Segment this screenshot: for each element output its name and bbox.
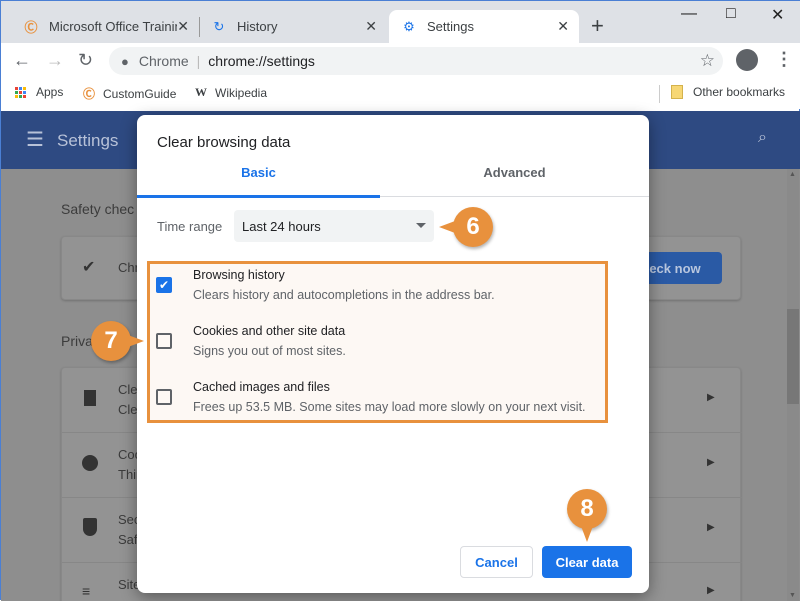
address-bar[interactable]: ● Chrome | chrome://settings ☆ — [109, 47, 723, 75]
option-subtitle: Signs you out of most sites. — [193, 344, 346, 358]
tab-selected-indicator — [137, 195, 380, 198]
tab-label: Settings — [427, 19, 474, 34]
search-icon[interactable]: ⌕ — [758, 129, 767, 147]
cached-images-option[interactable]: Cached images and files Frees up 53.5 MB… — [150, 376, 605, 428]
tab-separator — [199, 17, 200, 37]
tab-microsoft-office-training[interactable]: Ⓒ Microsoft Office Training ✕ — [11, 10, 199, 43]
browsing-history-checkbox[interactable]: ✔ — [156, 277, 172, 293]
apps-icon — [15, 86, 26, 98]
clear-data-button[interactable]: Clear data — [542, 546, 632, 578]
chevron-right-icon: ▶ — [707, 522, 715, 533]
scroll-down-icon[interactable]: ▼ — [789, 592, 796, 599]
bookmark-wikipedia[interactable]: W Wikipedia — [195, 85, 267, 100]
chrome-icon: ● — [121, 53, 129, 69]
option-title: Cached images and files — [193, 380, 330, 394]
tab-basic[interactable]: Basic — [137, 165, 380, 180]
callout-8: 8 — [567, 489, 607, 529]
callout-7: 7 — [91, 321, 131, 361]
callout-6: 6 — [453, 207, 493, 247]
minimize-button[interactable]: — — [681, 5, 697, 23]
shield-check-icon: ✔ — [82, 259, 96, 276]
cookies-option[interactable]: Cookies and other site data Signs you ou… — [150, 320, 605, 372]
safety-card-text: Chr — [118, 260, 139, 275]
scrollbar-thumb[interactable] — [787, 309, 799, 404]
scroll-up-icon[interactable]: ▲ — [789, 171, 796, 178]
option-title: Browsing history — [193, 268, 285, 282]
customguide-icon: Ⓒ — [83, 87, 96, 101]
sliders-icon: ≡ — [82, 583, 91, 599]
scrollbar[interactable]: ▲ ▼ — [787, 169, 799, 601]
option-subtitle: Clears history and autocompletions in th… — [193, 288, 495, 302]
profile-avatar[interactable] — [736, 49, 758, 71]
callout-8-pointer — [581, 526, 593, 542]
callout-7-pointer — [128, 335, 144, 347]
cancel-button[interactable]: Cancel — [460, 546, 533, 578]
close-tab-icon[interactable]: ✕ — [177, 18, 189, 35]
chevron-right-icon: ▶ — [707, 585, 715, 596]
bookmark-customguide[interactable]: Ⓒ CustomGuide — [83, 85, 176, 102]
customguide-icon: Ⓒ — [24, 20, 38, 35]
tab-settings[interactable]: ⚙ Settings ✕ — [389, 10, 579, 43]
bookmark-star-icon[interactable]: ☆ — [700, 51, 715, 71]
chevron-right-icon: ▶ — [707, 457, 715, 468]
other-bookmarks[interactable]: Other bookmarks — [671, 85, 785, 99]
trash-icon — [84, 390, 96, 406]
history-icon: ↻ — [213, 18, 225, 34]
forward-button[interactable]: → — [46, 50, 64, 71]
site-label: Chrome — [138, 53, 189, 69]
omnibox-divider: | — [196, 53, 201, 69]
wikipedia-icon: W — [195, 85, 207, 99]
back-button[interactable]: ← — [13, 50, 31, 71]
dialog-title: Clear browsing data — [157, 134, 291, 151]
dropdown-arrow-icon — [416, 223, 426, 228]
tab-strip: Ⓒ Microsoft Office Training ✕ ↻ History … — [1, 1, 800, 43]
new-tab-button[interactable]: + — [591, 13, 604, 39]
close-tab-icon[interactable]: ✕ — [557, 18, 569, 35]
safety-check-heading: Safety chec — [61, 201, 135, 217]
row-subtitle: Saf — [118, 532, 138, 547]
chevron-right-icon: ▶ — [707, 392, 715, 403]
time-range-select[interactable]: Last 24 hours — [234, 210, 434, 242]
bookmarks-bar: Apps Ⓒ CustomGuide W Wikipedia Other boo… — [1, 79, 800, 109]
tab-advanced[interactable]: Advanced — [393, 165, 636, 180]
gear-icon: ⚙ — [403, 18, 415, 34]
url-text: chrome://settings — [208, 53, 315, 69]
tab-label: History — [237, 19, 278, 34]
time-range-label: Time range — [157, 219, 223, 234]
cookies-checkbox[interactable] — [156, 333, 172, 349]
close-tab-icon[interactable]: ✕ — [365, 18, 377, 35]
cached-images-checkbox[interactable] — [156, 389, 172, 405]
shield-icon — [83, 518, 97, 536]
other-bookmarks-label: Other bookmarks — [693, 85, 786, 99]
close-window-button[interactable]: ✕ — [771, 5, 784, 25]
option-title: Cookies and other site data — [193, 324, 346, 338]
time-range-value: Last 24 hours — [242, 219, 321, 234]
browser-toolbar: ← → ↻ ● Chrome | chrome://settings ☆ ⋮ — [1, 43, 800, 79]
bookmark-label: Wikipedia — [215, 85, 268, 100]
tab-history[interactable]: ↻ History ✕ — [201, 10, 387, 43]
bookmarks-divider — [659, 85, 660, 103]
menu-kebab-icon[interactable]: ⋮ — [775, 49, 793, 70]
folder-icon — [671, 85, 683, 99]
bookmark-label: CustomGuide — [103, 86, 177, 101]
settings-title: Settings — [57, 131, 119, 150]
bookmark-label: Apps — [36, 85, 64, 99]
privacy-heading: Priva — [61, 333, 93, 349]
callout-6-pointer — [439, 221, 455, 233]
tab-label: Microsoft Office Training — [49, 19, 177, 34]
bookmark-apps[interactable]: Apps — [15, 85, 63, 99]
hamburger-menu-icon[interactable]: ☰ — [26, 127, 44, 152]
reload-button[interactable]: ↻ — [78, 50, 93, 71]
highlight-box: ✔ Browsing history Clears history and au… — [147, 261, 608, 423]
cookie-icon — [82, 455, 98, 471]
browsing-history-option[interactable]: ✔ Browsing history Clears history and au… — [150, 264, 605, 316]
option-subtitle: Frees up 53.5 MB. Some sites may load mo… — [193, 400, 586, 414]
maximize-button[interactable]: □ — [726, 5, 736, 23]
